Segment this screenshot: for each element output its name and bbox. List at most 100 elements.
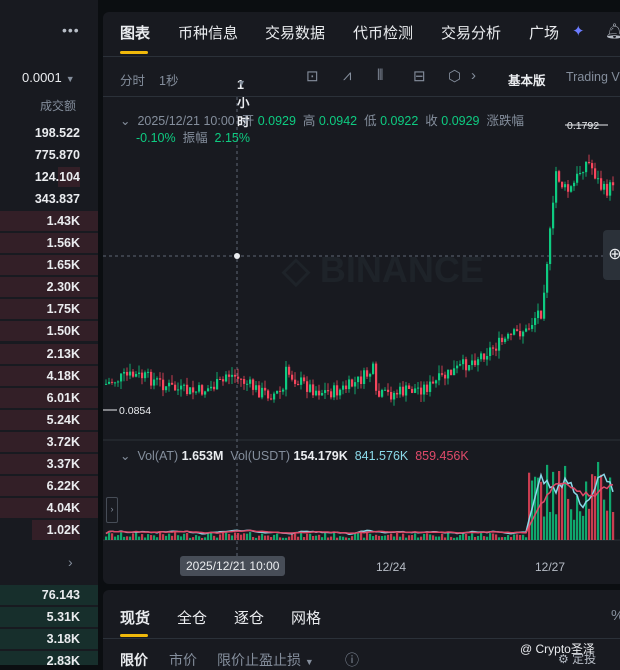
vol-usdt-label: Vol(USDT) — [230, 449, 291, 463]
volume-bar — [576, 495, 579, 540]
ask-row[interactable]: 3.37K — [0, 453, 98, 475]
bid-row[interactable]: 76.143 — [0, 584, 98, 606]
volume-bar — [435, 536, 438, 540]
ask-row[interactable]: 4.18K — [0, 365, 98, 387]
candle-body — [252, 379, 255, 390]
volume-bar — [330, 536, 333, 540]
auto-invest-link[interactable]: ⚙ 定投 — [558, 650, 596, 667]
volume-bar — [195, 535, 198, 540]
panel-expand-handle[interactable]: › — [106, 497, 118, 523]
fee-percent-icon[interactable]: % — [611, 607, 620, 624]
order-type-stop-limit[interactable]: 限价止盈止损 ▼ — [217, 650, 314, 670]
chevron-right-icon[interactable]: › — [68, 554, 73, 570]
ask-row[interactable]: 1.43K — [0, 210, 98, 232]
candle-body — [486, 356, 489, 360]
order-type-limit[interactable]: 限价 — [120, 650, 148, 670]
ask-row[interactable]: 3.72K — [0, 431, 98, 453]
ask-row[interactable]: 775.870 — [0, 144, 98, 166]
volume-bar — [318, 534, 321, 540]
volume-bar — [522, 534, 525, 540]
candle-body — [123, 371, 126, 374]
candle-body — [117, 381, 120, 383]
candle-body — [318, 390, 321, 396]
candle-body — [468, 365, 471, 371]
volume-bar — [546, 464, 549, 540]
ask-row[interactable]: 6.01K — [0, 387, 98, 409]
order-type-market[interactable]: 市价 — [169, 650, 197, 670]
volume-bar — [582, 515, 585, 540]
candle-body — [408, 385, 411, 389]
ask-row[interactable]: 1.50K — [0, 320, 98, 342]
price-chart[interactable]: ◇ BINANCE — [103, 12, 620, 584]
candle-body — [189, 387, 192, 395]
ask-row[interactable]: 5.24K — [0, 409, 98, 431]
chevron-down-icon[interactable]: ⌄ — [120, 449, 130, 463]
candle-body — [312, 384, 315, 396]
ask-row[interactable]: 1.56K — [0, 232, 98, 254]
tab-isolated[interactable]: 逐仓 — [234, 607, 264, 628]
volume-bar — [498, 537, 501, 540]
candle-body — [108, 381, 111, 384]
volume-bar — [567, 498, 570, 540]
candle-body — [447, 369, 450, 379]
volume-bar — [177, 535, 180, 540]
volume-bar — [165, 535, 168, 540]
volume-bar — [345, 537, 348, 540]
candle-body — [231, 374, 234, 377]
volume-bar — [144, 537, 147, 540]
caret-down-icon: ▼ — [304, 657, 314, 667]
ask-row[interactable]: 2.13K — [0, 343, 98, 365]
binance-watermark-logo: ◇ BINANCE — [281, 249, 484, 290]
volume-bar — [129, 536, 132, 540]
ask-row[interactable]: 343.837 — [0, 188, 98, 210]
ask-row[interactable]: 124.104 — [0, 166, 98, 188]
ask-row[interactable]: 2.30K — [0, 276, 98, 298]
tab-grid[interactable]: 网格 — [291, 607, 321, 628]
candle-body — [255, 385, 258, 390]
chevron-down-icon[interactable]: ⌄ — [120, 114, 130, 128]
add-alert-button[interactable]: ⊕ — [603, 230, 620, 280]
candle-body — [597, 178, 600, 180]
volume-bar — [171, 535, 174, 540]
ask-row[interactable]: 1.02K — [0, 519, 98, 541]
info-icon[interactable]: ⓘ — [345, 650, 359, 670]
volume-bar — [378, 535, 381, 540]
volume-bar — [405, 537, 408, 540]
candle-body — [603, 183, 606, 190]
candle-body — [210, 386, 213, 389]
candle-body — [579, 172, 582, 174]
turnover-header: 成交额 — [40, 99, 77, 113]
bid-row[interactable]: 2.83K — [0, 650, 98, 665]
vol-at-label: Vol(AT) — [137, 449, 179, 463]
candle-body — [249, 379, 252, 384]
ask-row[interactable]: 4.04K — [0, 497, 98, 519]
candle-body — [537, 310, 540, 319]
bid-row[interactable]: 5.31K — [0, 606, 98, 628]
more-dots-icon[interactable]: ••• — [62, 22, 80, 38]
tab-spot[interactable]: 现货 — [120, 607, 150, 628]
tab-cross[interactable]: 全仓 — [177, 607, 207, 628]
volume-bar — [279, 537, 282, 540]
candle-body — [276, 390, 279, 394]
volume-bar — [189, 537, 192, 540]
candle-body — [516, 329, 519, 331]
volume-bar — [246, 533, 249, 540]
bid-row[interactable]: 3.18K — [0, 628, 98, 650]
volume-bar — [603, 499, 606, 540]
ask-row[interactable]: 6.22K — [0, 475, 98, 497]
candle-body — [543, 292, 546, 319]
candle-body — [372, 363, 375, 374]
candle-body — [258, 385, 261, 398]
price-step-select[interactable]: 0.0001 ▼ — [22, 70, 75, 85]
ask-row[interactable]: 1.75K — [0, 298, 98, 320]
ask-row[interactable]: 198.522 — [0, 122, 98, 144]
low-label: 低 — [364, 114, 377, 128]
candle-body — [165, 386, 168, 391]
candle-body — [438, 373, 441, 381]
volume-bar — [591, 474, 594, 540]
volume-bar — [501, 537, 504, 540]
volume-bar — [363, 537, 366, 540]
volume-bar — [465, 534, 468, 540]
candle-body — [180, 385, 183, 390]
ask-row[interactable]: 1.65K — [0, 254, 98, 276]
